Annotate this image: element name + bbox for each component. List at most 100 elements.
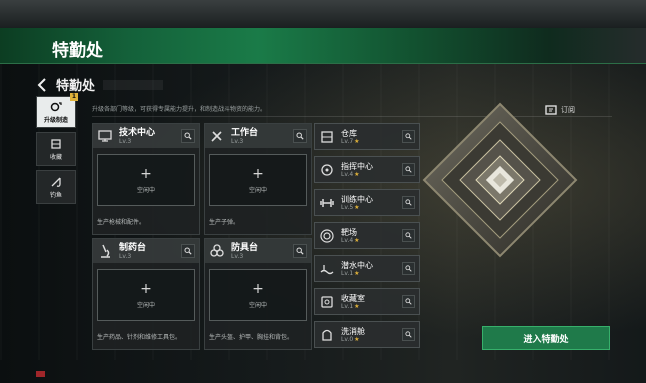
slot-status: 空闲中 bbox=[136, 301, 155, 309]
production-slot[interactable]: + 空闲中 bbox=[209, 154, 307, 206]
collection-icon bbox=[51, 138, 61, 149]
room-level: Lv.0 bbox=[341, 335, 354, 343]
side-tabs: 1 升级制造 收藏 钓鱼 bbox=[36, 93, 78, 208]
card-tech-center[interactable]: 技术中心 Lv.3 + 空闲中 生产枪械和配件。 bbox=[92, 123, 200, 235]
search-icon bbox=[405, 298, 412, 305]
decon-icon bbox=[322, 329, 332, 341]
subheader-title: 特勤处 bbox=[56, 79, 96, 94]
blurred-text bbox=[103, 79, 164, 90]
tab-badge: 1 bbox=[70, 93, 78, 101]
star-icon: ★ bbox=[354, 269, 360, 277]
room-decontamination[interactable]: 洗消舱 Lv.0★ bbox=[314, 321, 420, 348]
enter-button[interactable]: 进入特勤处 bbox=[482, 326, 610, 350]
tab-label: 升级制造 bbox=[43, 116, 68, 124]
room-level: Lv.7 bbox=[341, 137, 354, 145]
tab-collection[interactable]: 收藏 bbox=[36, 132, 76, 166]
search-button[interactable] bbox=[293, 129, 307, 143]
room-name: 仓库 bbox=[341, 128, 357, 138]
card-name: 工作台 bbox=[231, 127, 259, 138]
description: 升级各部门等级，可获得专属能力提升，和制造战斗物资的能力。 bbox=[92, 106, 267, 113]
tab-label: 钓鱼 bbox=[49, 191, 62, 199]
slot-status: 空闲中 bbox=[248, 186, 267, 194]
slot-status: 空闲中 bbox=[136, 186, 155, 194]
record-indicator bbox=[36, 371, 45, 377]
tab-fishing[interactable]: 钓鱼 bbox=[36, 170, 76, 204]
search-icon bbox=[405, 166, 412, 173]
tools-icon bbox=[211, 131, 222, 142]
back-arrow-icon[interactable] bbox=[36, 77, 48, 92]
star-icon: ★ bbox=[354, 137, 360, 145]
microscope-icon bbox=[101, 244, 110, 258]
plus-icon: + bbox=[140, 280, 152, 297]
production-slot[interactable]: + 空闲中 bbox=[209, 269, 307, 321]
search-button[interactable] bbox=[181, 244, 195, 258]
collection-room-icon bbox=[321, 295, 333, 308]
card-level: Lv.3 bbox=[119, 252, 132, 260]
header-banner: 特勤处 bbox=[0, 28, 646, 64]
page-title: 特勤处 bbox=[52, 41, 103, 61]
warehouse-icon bbox=[321, 130, 333, 143]
room-command-center[interactable]: 指挥中心 Lv.4★ bbox=[314, 156, 420, 183]
room-level: Lv.5 bbox=[341, 203, 354, 211]
search-button[interactable] bbox=[402, 130, 415, 143]
card-description: 生产子弹。 bbox=[209, 219, 240, 226]
card-workbench[interactable]: 工作台 Lv.3 + 空闲中 生产子弹。 bbox=[204, 123, 312, 235]
search-icon bbox=[405, 331, 412, 338]
computer-icon bbox=[98, 130, 112, 142]
production-slot[interactable]: + 空闲中 bbox=[97, 269, 195, 321]
star-icon: ★ bbox=[354, 170, 360, 178]
command-icon bbox=[321, 163, 333, 176]
card-description: 生产药品、针剂和维修工具包。 bbox=[97, 334, 182, 341]
status-bar bbox=[36, 371, 45, 377]
card-name: 技术中心 bbox=[119, 127, 156, 138]
plus-icon: + bbox=[252, 280, 264, 297]
dive-icon bbox=[320, 264, 334, 274]
card-armor-bench[interactable]: 防具台 Lv.3 + 空闲中 生产头盔、护甲、胸挂和背包。 bbox=[204, 238, 312, 350]
room-warehouse[interactable]: 仓库 Lv.7★ bbox=[314, 123, 420, 150]
production-slot[interactable]: + 空闲中 bbox=[97, 154, 195, 206]
dumbbell-icon bbox=[320, 198, 334, 207]
card-pharmacy[interactable]: 制药台 Lv.3 + 空闲中 生产药品、针剂和维修工具包。 bbox=[92, 238, 200, 350]
search-button[interactable] bbox=[402, 229, 415, 242]
card-level: Lv.3 bbox=[231, 252, 244, 260]
upgrade-icon bbox=[50, 101, 62, 111]
search-icon bbox=[184, 132, 192, 140]
search-icon bbox=[405, 265, 412, 272]
search-icon bbox=[405, 232, 412, 239]
search-button[interactable] bbox=[402, 262, 415, 275]
room-collection-room[interactable]: 收藏室 Lv.1★ bbox=[314, 288, 420, 315]
plus-icon: + bbox=[140, 165, 152, 182]
star-icon: ★ bbox=[354, 302, 360, 310]
room-name: 洗消舱 bbox=[341, 326, 365, 336]
top-bar bbox=[0, 0, 646, 28]
tab-upgrade[interactable]: 1 升级制造 bbox=[36, 93, 78, 128]
search-icon bbox=[405, 199, 412, 206]
room-name: 靶场 bbox=[341, 227, 357, 237]
room-name: 潜水中心 bbox=[341, 260, 373, 270]
room-dive-center[interactable]: 潜水中心 Lv.1★ bbox=[314, 255, 420, 282]
target-icon bbox=[320, 228, 334, 243]
room-level: Lv.4 bbox=[341, 170, 354, 178]
card-name: 制药台 bbox=[119, 242, 147, 253]
room-level: Lv.1 bbox=[341, 302, 354, 310]
subheader: 特勤处 bbox=[36, 75, 164, 94]
room-shooting-range[interactable]: 靶场 Lv.4★ bbox=[314, 222, 420, 249]
search-icon bbox=[405, 133, 412, 140]
search-icon bbox=[184, 247, 192, 255]
search-button[interactable] bbox=[402, 295, 415, 308]
search-button[interactable] bbox=[402, 328, 415, 341]
slot-status: 空闲中 bbox=[248, 301, 267, 309]
room-level: Lv.4 bbox=[341, 236, 354, 244]
plus-icon: + bbox=[252, 165, 264, 182]
search-button[interactable] bbox=[402, 196, 415, 209]
room-level: Lv.1 bbox=[341, 269, 354, 277]
search-button[interactable] bbox=[402, 163, 415, 176]
card-description: 生产头盔、护甲、胸挂和背包。 bbox=[209, 334, 294, 341]
search-button[interactable] bbox=[293, 244, 307, 258]
room-training-center[interactable]: 训练中心 Lv.5★ bbox=[314, 189, 420, 216]
card-description: 生产枪械和配件。 bbox=[97, 219, 146, 226]
search-button[interactable] bbox=[181, 129, 195, 143]
room-name: 训练中心 bbox=[341, 194, 373, 204]
room-name: 收藏室 bbox=[341, 293, 365, 303]
armor-icon bbox=[210, 244, 224, 257]
